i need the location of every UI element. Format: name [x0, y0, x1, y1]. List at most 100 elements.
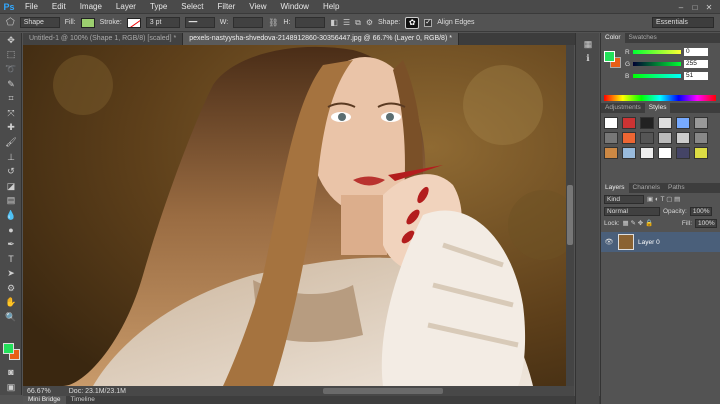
close-icon[interactable]: ✕ [702, 3, 716, 12]
history-brush-tool-icon[interactable]: ↺ [0, 164, 22, 179]
style-swatch[interactable] [694, 132, 708, 144]
style-swatch[interactable] [622, 117, 636, 129]
healing-brush-tool-icon[interactable]: ✚ [0, 121, 22, 136]
style-swatch[interactable] [622, 147, 636, 159]
style-swatch[interactable] [640, 132, 654, 144]
menu-file[interactable]: File [18, 0, 45, 14]
clone-stamp-tool-icon[interactable]: ⊥ [0, 150, 22, 165]
eyedropper-tool-icon[interactable]: ⤧ [0, 106, 22, 121]
style-swatch[interactable] [676, 132, 690, 144]
style-swatch[interactable] [604, 147, 618, 159]
horizontal-scroll-thumb[interactable] [323, 388, 443, 394]
dodge-tool-icon[interactable]: ● [0, 223, 22, 238]
quick-mask-icon[interactable]: ◙ [0, 365, 22, 380]
style-swatch[interactable] [694, 147, 708, 159]
tab-paths[interactable]: Paths [664, 183, 689, 193]
tool-preset-icon[interactable]: ⬠ [6, 17, 15, 28]
tab-timeline[interactable]: Timeline [66, 396, 100, 404]
layer-kind-filter[interactable]: Kind [604, 194, 644, 204]
fill-input[interactable]: 100% [695, 218, 717, 228]
red-value[interactable]: 0 [684, 48, 708, 56]
tab-channels[interactable]: Channels [629, 183, 664, 193]
stroke-width-input[interactable]: 3 pt [145, 17, 180, 28]
style-swatch[interactable] [676, 117, 690, 129]
workspace-select[interactable]: Essentials [652, 17, 714, 28]
gradient-tool-icon[interactable]: ▤ [0, 194, 22, 209]
zoom-tool-icon[interactable]: 🔍 [0, 310, 22, 325]
blend-mode-select[interactable]: Normal [604, 206, 660, 216]
align-edges-checkbox[interactable]: ✓ [424, 18, 433, 27]
vertical-scrollbar[interactable] [566, 45, 574, 386]
stroke-type-select[interactable]: ━━ [184, 17, 215, 28]
red-slider[interactable] [633, 50, 681, 54]
move-tool-icon[interactable]: ✥ [0, 33, 22, 48]
tab-adjustments[interactable]: Adjustments [601, 103, 645, 113]
link-icon[interactable]: ⛓ [268, 18, 278, 27]
filter-icons[interactable]: ▣ ◐ T ▢ ▤ [647, 195, 680, 203]
style-swatch[interactable] [658, 117, 672, 129]
blue-value[interactable]: 51 [684, 72, 708, 80]
align-icon[interactable]: ☰ [343, 18, 350, 27]
style-swatch[interactable] [640, 117, 654, 129]
type-tool-icon[interactable]: T [0, 252, 22, 267]
layer-row[interactable]: 👁 Layer 0 [601, 232, 720, 252]
custom-shape-picker[interactable]: ✿ [405, 16, 420, 29]
style-swatch[interactable] [694, 117, 708, 129]
menu-window[interactable]: Window [274, 0, 316, 14]
tab-pexels-photo[interactable]: pexels-nastyysha-shvedova-2148912860-303… [183, 33, 459, 45]
menu-help[interactable]: Help [316, 0, 346, 14]
menu-select[interactable]: Select [174, 0, 210, 14]
tab-mini-bridge[interactable]: Mini Bridge [23, 396, 66, 404]
path-ops-icon[interactable]: ◧ [330, 18, 338, 27]
menu-type[interactable]: Type [143, 0, 174, 14]
path-select-tool-icon[interactable]: ➤ [0, 267, 22, 282]
shape-tool-icon[interactable]: ⚙ [0, 281, 22, 296]
zoom-level[interactable]: 66.67% [27, 388, 51, 395]
panel-foreground-swatch[interactable] [604, 51, 615, 62]
tab-styles[interactable]: Styles [644, 103, 671, 113]
maximize-icon[interactable]: □ [688, 3, 702, 12]
layer-name[interactable]: Layer 0 [638, 239, 660, 246]
style-swatch[interactable] [622, 132, 636, 144]
opacity-input[interactable]: 100% [689, 206, 712, 216]
color-spectrum[interactable] [604, 95, 716, 101]
fill-swatch[interactable] [80, 17, 95, 28]
menu-edit[interactable]: Edit [45, 0, 73, 14]
style-swatch[interactable] [676, 147, 690, 159]
height-input[interactable] [295, 17, 326, 28]
marquee-tool-icon[interactable]: ⬚ [0, 48, 22, 63]
history-panel-icon[interactable]: ▦ [576, 37, 600, 52]
blur-tool-icon[interactable]: 💧 [0, 208, 22, 223]
pen-tool-icon[interactable]: ✒ [0, 237, 22, 252]
style-swatch[interactable] [658, 147, 672, 159]
screen-mode-icon[interactable]: ▣ [0, 380, 22, 395]
hand-tool-icon[interactable]: ✋ [0, 296, 22, 311]
foreground-background-colors[interactable] [3, 343, 21, 361]
visibility-eye-icon[interactable]: 👁 [604, 238, 614, 246]
style-swatch[interactable] [604, 117, 618, 129]
menu-image[interactable]: Image [73, 0, 109, 14]
tab-color[interactable]: Color [601, 33, 625, 43]
quick-select-tool-icon[interactable]: ✎ [0, 77, 22, 92]
document-canvas[interactable] [23, 45, 566, 386]
lock-icons[interactable]: ▦ ✎ ✥ 🔒 [623, 219, 654, 227]
style-swatch[interactable] [658, 132, 672, 144]
tab-untitled-1[interactable]: Untitled-1 @ 100% (Shape 1, RGB/8) [scal… [23, 33, 184, 45]
vertical-scroll-thumb[interactable] [567, 185, 573, 245]
eraser-tool-icon[interactable]: ◪ [0, 179, 22, 194]
lasso-tool-icon[interactable]: ➰ [0, 62, 22, 77]
green-value[interactable]: 255 [684, 60, 708, 68]
blue-slider[interactable] [633, 74, 681, 78]
menu-view[interactable]: View [242, 0, 273, 14]
brush-tool-icon[interactable]: 🖌 [0, 135, 22, 150]
arrange-icon[interactable]: ⧉ [355, 18, 361, 28]
menu-filter[interactable]: Filter [211, 0, 243, 14]
width-input[interactable] [233, 17, 264, 28]
tab-swatches[interactable]: Swatches [625, 33, 661, 43]
minimize-icon[interactable]: – [674, 3, 688, 12]
properties-panel-icon[interactable]: ℹ [576, 52, 600, 67]
crop-tool-icon[interactable]: ⌗ [0, 91, 22, 106]
foreground-color-swatch[interactable] [3, 343, 14, 354]
shape-mode-select[interactable]: Shape [19, 17, 60, 28]
settings-gear-icon[interactable]: ⚙ [366, 18, 373, 27]
